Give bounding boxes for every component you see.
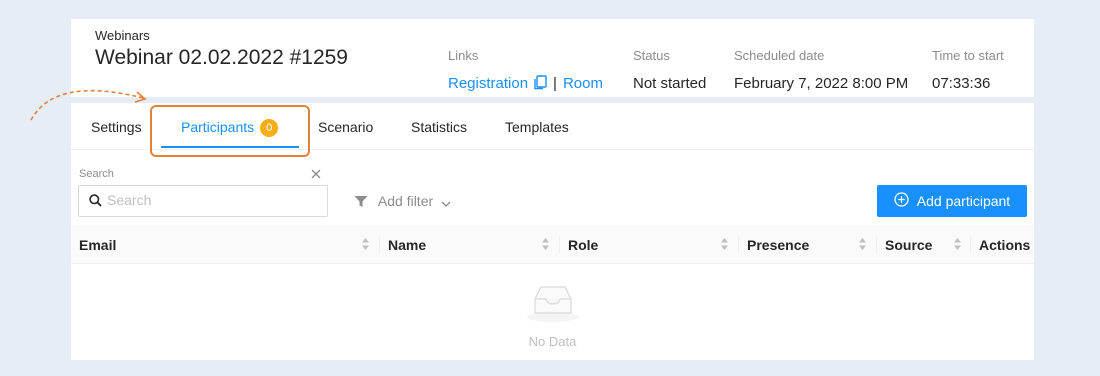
tab-scenario[interactable]: Scenario	[318, 119, 373, 135]
webinar-header: Webinars Webinar 02.02.2022 #1259 Links …	[71, 19, 1034, 97]
tab-statistics[interactable]: Statistics	[411, 119, 467, 135]
status-label: Status	[633, 48, 670, 63]
empty-inbox-icon	[525, 281, 581, 328]
search-icon	[89, 194, 102, 212]
search-input[interactable]	[107, 186, 317, 214]
sort-icon[interactable]	[953, 237, 962, 256]
links-label: Links	[448, 48, 479, 63]
page-title: Webinar 02.02.2022 #1259	[95, 46, 348, 69]
chevron-down-icon	[441, 193, 451, 209]
sort-icon[interactable]	[361, 237, 370, 256]
search-box	[78, 185, 328, 217]
column-divider	[738, 236, 739, 254]
column-divider	[559, 236, 560, 254]
column-header-name[interactable]: Name	[388, 237, 426, 253]
column-header-presence[interactable]: Presence	[747, 237, 809, 253]
close-icon[interactable]	[311, 166, 321, 184]
callout-arrow-icon	[30, 89, 147, 121]
tab-templates[interactable]: Templates	[505, 119, 569, 135]
room-link[interactable]: Room	[563, 75, 603, 92]
column-header-actions: Actions	[979, 237, 1031, 253]
copy-icon[interactable]	[533, 75, 547, 94]
column-header-source[interactable]: Source	[885, 237, 932, 253]
column-divider	[876, 236, 877, 254]
column-header-email[interactable]: Email	[79, 237, 116, 253]
time-to-start-label: Time to start	[932, 48, 1004, 63]
table-header: Email Name Role Presence Source Actions	[71, 225, 1034, 264]
empty-state-text: No Data	[528, 334, 577, 349]
scheduled-date-value: February 7, 2022 8:00 PM	[734, 75, 909, 92]
add-filter-dropdown[interactable]: Add filter	[354, 193, 451, 209]
add-participant-label: Add participant	[916, 193, 1011, 209]
add-filter-label: Add filter	[377, 193, 434, 209]
status-value: Not started	[633, 75, 707, 92]
sort-icon[interactable]	[720, 237, 729, 256]
sort-icon[interactable]	[541, 237, 550, 256]
time-to-start-value: 07:33:36	[932, 75, 991, 92]
search-label: Search	[79, 168, 114, 180]
filter-icon	[354, 193, 368, 209]
column-divider	[379, 236, 380, 254]
registration-link[interactable]: Registration	[448, 75, 528, 92]
plus-circle-icon	[894, 192, 909, 210]
scheduled-date-label: Scheduled date	[734, 48, 825, 63]
column-divider	[970, 236, 971, 254]
breadcrumb[interactable]: Webinars	[95, 28, 150, 43]
participants-tab-highlight	[150, 105, 310, 157]
column-header-role[interactable]: Role	[568, 237, 598, 253]
add-participant-button[interactable]: Add participant	[877, 185, 1027, 217]
link-separator: |	[553, 75, 557, 92]
links-value: Registration | Room	[448, 75, 603, 94]
sort-icon[interactable]	[858, 237, 867, 256]
